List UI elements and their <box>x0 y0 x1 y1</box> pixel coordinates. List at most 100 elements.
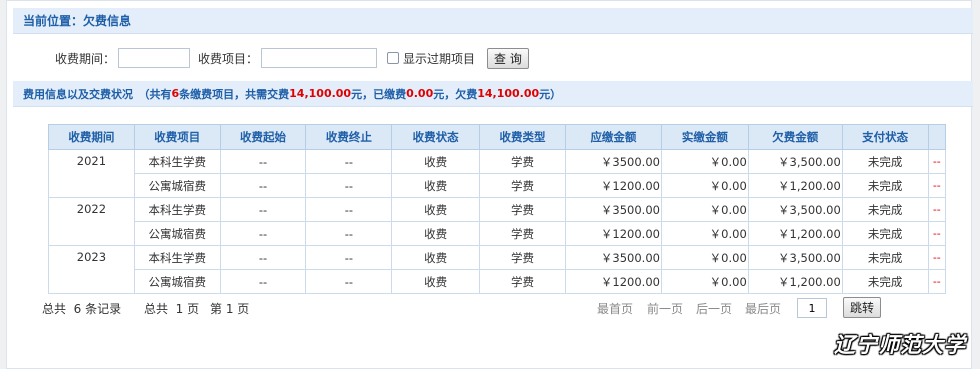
status-cell: 收费 <box>391 149 481 174</box>
due-cell: ￥1200.00 <box>564 221 662 246</box>
jump-button[interactable]: 跳转 <box>843 297 882 318</box>
item-input[interactable] <box>261 48 378 68</box>
due-cell: ￥3500.00 <box>564 149 662 174</box>
start-cell: -- <box>219 269 307 294</box>
owed-cell: ￥1,200.00 <box>747 221 843 246</box>
period-label: 收费期间： <box>55 51 116 66</box>
summary-owed: 14,100.00 <box>477 87 540 100</box>
page-number-input[interactable] <box>797 298 827 318</box>
paid-cell: ￥0.00 <box>660 149 749 174</box>
fees-table: 收费期间 收费项目 收费起始 收费终止 收费状态 收费类型 应缴金额 实缴金额 … <box>48 124 947 294</box>
university-watermark: 辽宁师范大学 <box>834 333 966 357</box>
item-cell: 公寓城宿费 <box>133 173 221 198</box>
owed-cell: ￥1,200.00 <box>747 269 843 294</box>
status-cell: 收费 <box>391 245 481 270</box>
summary-suffix: 元） <box>539 87 562 101</box>
location-label: 当前位置： <box>23 14 84 28</box>
col-header: 收费状态 <box>391 124 481 150</box>
end-cell: -- <box>305 269 393 294</box>
summary-total-due: 14,100.00 <box>289 87 352 100</box>
status-cell: 收费 <box>391 197 481 222</box>
prev-page-link[interactable]: 前一页 <box>647 300 683 317</box>
pay-status-cell: 未完成 <box>841 173 929 198</box>
action-cell[interactable]: -- <box>927 197 947 222</box>
end-cell: -- <box>305 149 393 174</box>
action-cell[interactable]: -- <box>927 269 947 294</box>
end-cell: -- <box>305 245 393 270</box>
col-header: 收费终止 <box>305 124 393 150</box>
paid-cell: ￥0.00 <box>660 197 749 222</box>
item-cell: 本科生学费 <box>133 245 221 270</box>
col-header: 收费起始 <box>219 124 307 150</box>
type-cell: 学费 <box>479 197 566 222</box>
due-cell: ￥3500.00 <box>564 245 662 270</box>
start-cell: -- <box>219 221 307 246</box>
item-cell: 公寓城宿费 <box>133 269 221 294</box>
action-cell[interactable]: -- <box>927 221 947 246</box>
table-row: 公寓城宿费 -- -- 收费 学费 ￥1200.00 ￥0.00 ￥1,200.… <box>49 173 947 198</box>
first-page-link[interactable]: 最首页 <box>597 300 633 317</box>
item-cell: 本科生学费 <box>133 197 221 222</box>
period-input[interactable] <box>118 48 191 68</box>
summary-bar: 费用信息以及交费状况 （共有 6 条缴费项目，共需交费 14,100.00 元，已缴费 0… <box>13 81 973 107</box>
query-button[interactable]: 查 询 <box>487 47 529 69</box>
summary-mid2: 元，已缴费 <box>351 87 407 101</box>
col-header: 支付状态 <box>841 124 929 150</box>
table-header-row: 收费期间 收费项目 收费起始 收费终止 收费状态 收费类型 应缴金额 实缴金额 … <box>48 124 947 150</box>
start-cell: -- <box>219 149 307 174</box>
show-expired-checkbox[interactable] <box>387 52 400 64</box>
due-cell: ￥1200.00 <box>564 269 662 294</box>
total-records: 总共 6 条记录 <box>42 302 122 316</box>
status-cell: 收费 <box>391 269 481 294</box>
due-cell: ￥1200.00 <box>564 173 662 198</box>
end-cell: -- <box>305 221 393 246</box>
total-pages: 总共 1 页 <box>144 302 200 316</box>
paid-cell: ￥0.00 <box>660 245 749 270</box>
action-cell[interactable]: -- <box>927 245 947 270</box>
type-cell: 学费 <box>479 245 566 270</box>
next-page-link[interactable]: 后一页 <box>696 300 732 317</box>
period-cell: 2021 <box>48 149 135 198</box>
current-page: 第 1 页 <box>210 302 250 316</box>
filter-row: 收费期间： 收费项目： 显示过期项目 查 询 <box>55 47 529 69</box>
end-cell: -- <box>305 197 393 222</box>
last-page-link[interactable]: 最后页 <box>745 300 781 317</box>
item-cell: 公寓城宿费 <box>133 221 221 246</box>
summary-mid3: 元，欠费 <box>433 87 478 101</box>
col-header: 实缴金额 <box>660 124 749 150</box>
col-header: 欠费金额 <box>747 124 843 150</box>
table-row: 2022 本科生学费 -- -- 收费 学费 ￥3500.00 ￥0.00 ￥3… <box>48 197 947 246</box>
start-cell: -- <box>219 173 307 198</box>
table-row: 2021 本科生学费 -- -- 收费 学费 ￥3500.00 ￥0.00 ￥3… <box>48 149 947 198</box>
location-value: 欠费信息 <box>83 14 132 28</box>
table-row: 公寓城宿费 -- -- 收费 学费 ￥1200.00 ￥0.00 ￥1,200.… <box>49 269 947 294</box>
show-expired-label[interactable]: 显示过期项目 <box>403 50 475 67</box>
pay-status-cell: 未完成 <box>841 149 929 174</box>
period-cell: 2023 <box>48 245 135 294</box>
item-cell: 本科生学费 <box>133 149 221 174</box>
period-cell: 2022 <box>48 197 135 246</box>
col-header: 收费项目 <box>133 124 221 150</box>
table-row: 公寓城宿费 -- -- 收费 学费 ￥1200.00 ￥0.00 ￥1,200.… <box>49 221 947 246</box>
type-cell: 学费 <box>479 221 566 246</box>
table-row: 2023 本科生学费 -- -- 收费 学费 ￥3500.00 ￥0.00 ￥3… <box>48 245 947 294</box>
action-cell[interactable]: -- <box>927 173 947 198</box>
col-header: 收费期间 <box>48 124 135 150</box>
col-header: 应缴金额 <box>564 124 662 150</box>
col-header <box>927 124 947 150</box>
item-label: 收费项目： <box>198 51 259 66</box>
summary-count: 6 <box>171 87 180 100</box>
due-cell: ￥3500.00 <box>564 197 662 222</box>
paid-cell: ￥0.00 <box>660 173 749 198</box>
type-cell: 学费 <box>479 173 566 198</box>
pay-status-cell: 未完成 <box>841 221 929 246</box>
pay-status-cell: 未完成 <box>841 245 929 270</box>
type-cell: 学费 <box>479 269 566 294</box>
action-cell[interactable]: -- <box>927 149 947 174</box>
content-panel: 当前位置： 欠费信息 收费期间： 收费项目： 显示过期项目 查 询 费用信息以及… <box>6 0 973 369</box>
col-header: 收费类型 <box>479 124 566 150</box>
summary-mid1: 条缴费项目，共需交费 <box>179 87 290 101</box>
owed-cell: ￥1,200.00 <box>747 173 843 198</box>
status-cell: 收费 <box>391 173 481 198</box>
start-cell: -- <box>219 197 307 222</box>
